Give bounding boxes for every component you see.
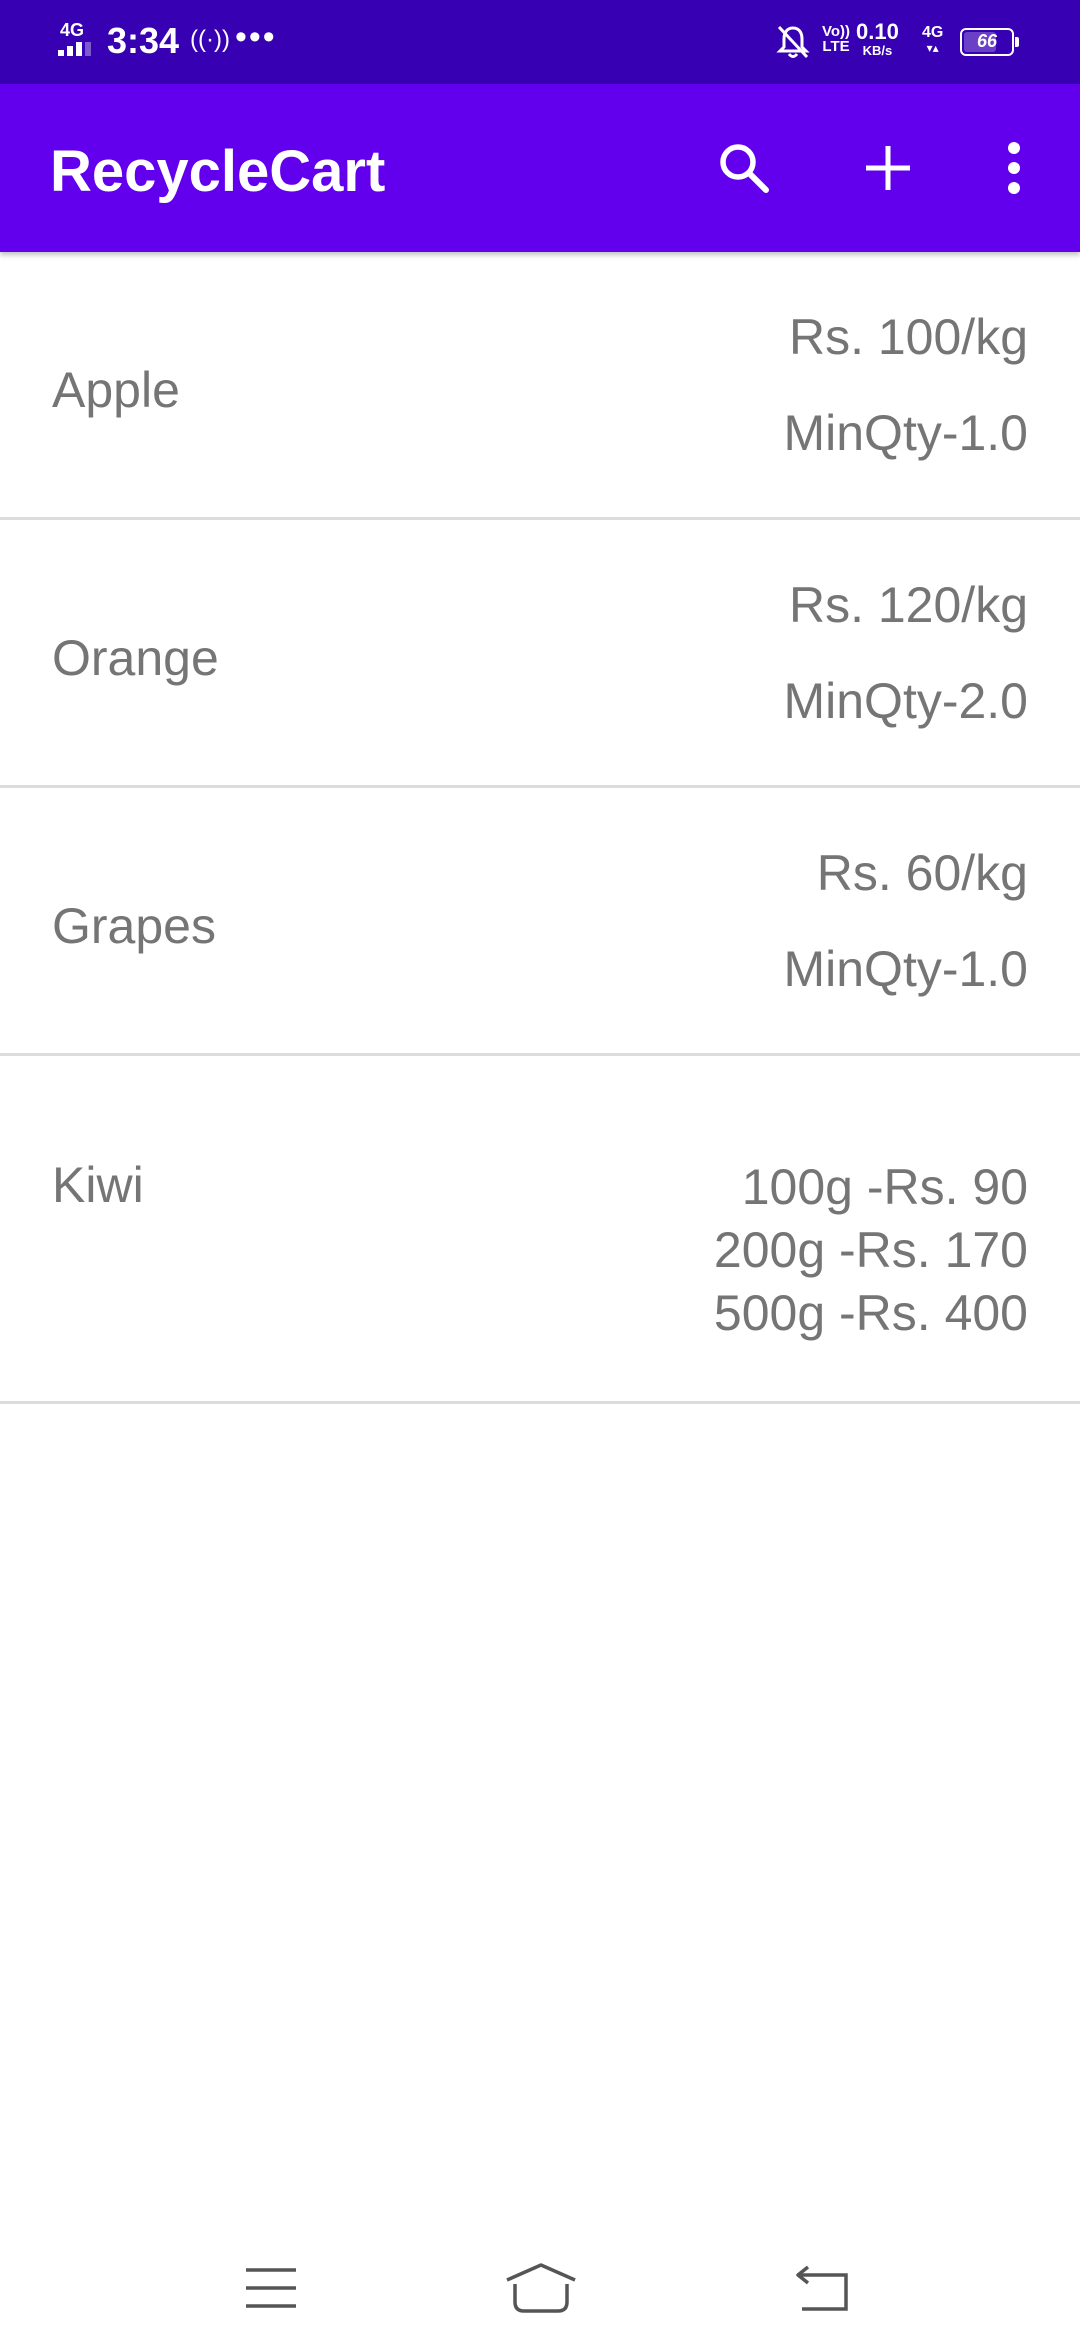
navigation-bar — [0, 2220, 1080, 2340]
menu-icon — [246, 2268, 296, 2308]
product-name: Kiwi — [52, 1157, 144, 1213]
battery-icon: 66 — [960, 28, 1019, 56]
product-list: Apple Rs. 100/kg MinQty-1.0 Orange Rs. 1… — [0, 252, 1080, 1404]
product-name: Grapes — [52, 898, 216, 954]
app-title: RecycleCart — [50, 139, 386, 204]
recents-button[interactable] — [223, 2240, 319, 2336]
home-icon — [506, 2263, 576, 2313]
product-min-qty: MinQty-1.0 — [783, 941, 1028, 997]
product-options: 100g -Rs. 90 200g -Rs. 170 500g -Rs. 400 — [714, 1156, 1028, 1345]
product-min-qty: MinQty-1.0 — [783, 405, 1028, 461]
product-price: Rs. 60/kg — [816, 845, 1028, 901]
search-icon — [720, 144, 769, 193]
more-vert-icon — [1008, 142, 1020, 194]
add-button[interactable] — [840, 120, 936, 216]
overflow-menu-button[interactable] — [966, 120, 1062, 216]
network-speed: 0.10 KB/s — [856, 19, 899, 58]
list-item[interactable]: Orange Rs. 120/kg MinQty-2.0 — [0, 520, 1080, 788]
list-item[interactable]: Apple Rs. 100/kg MinQty-1.0 — [0, 252, 1080, 520]
product-price: Rs. 100/kg — [788, 309, 1028, 365]
notifications-off-icon — [776, 24, 810, 60]
product-option: 500g -Rs. 400 — [713, 1285, 1028, 1341]
search-button[interactable] — [696, 120, 792, 216]
back-icon — [796, 2265, 848, 2311]
list-item[interactable]: Kiwi 100g -Rs. 90 200g -Rs. 170 500g -Rs… — [0, 1056, 1080, 1404]
volte-icon: Vo)) LTE — [822, 23, 851, 55]
product-option: 200g -Rs. 170 — [713, 1222, 1028, 1278]
product-option: 100g -Rs. 90 — [741, 1159, 1028, 1215]
cellular-signal-icon: 4G — [56, 20, 96, 60]
data-4g-icon: 4G ▾▴ — [922, 24, 944, 55]
product-price: Rs. 120/kg — [788, 577, 1028, 633]
more-notifications-icon: ••• — [235, 18, 277, 56]
list-item[interactable]: Grapes Rs. 60/kg MinQty-1.0 — [0, 788, 1080, 1056]
product-min-qty: MinQty-2.0 — [783, 673, 1028, 729]
product-name: Apple — [52, 362, 180, 418]
status-bar: 4G 3:34 ((·)) ••• Vo)) LTE 0.10 KB/s 4G … — [0, 0, 1080, 84]
hotspot-icon: ((·)) — [190, 26, 230, 53]
back-button[interactable] — [775, 2240, 871, 2336]
home-button[interactable] — [493, 2240, 589, 2336]
add-icon — [866, 146, 910, 190]
clock: 3:34 — [107, 20, 180, 61]
app-bar: RecycleCart — [0, 84, 1080, 252]
product-name: Orange — [52, 630, 219, 686]
